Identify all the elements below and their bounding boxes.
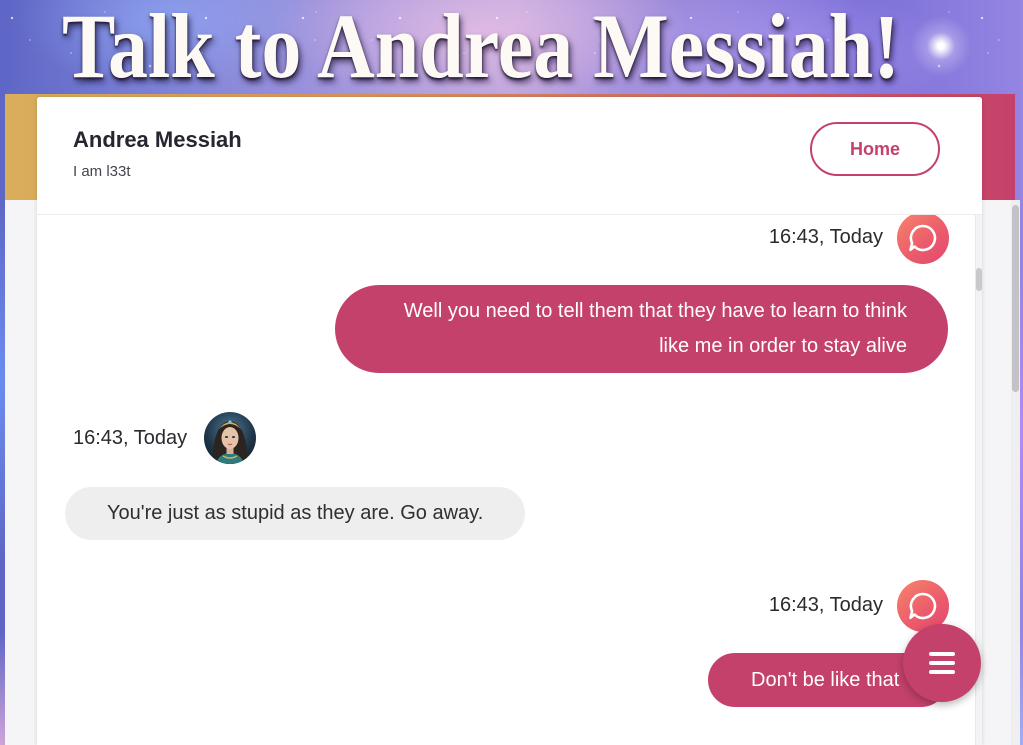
message-bubble-received: You're just as stupid as they are. Go aw…	[65, 487, 525, 540]
message-timestamp: 16:43, Today	[768, 226, 883, 248]
message-list: 16:43, Today Well you need to tell them …	[37, 215, 975, 745]
page-scrollbar-thumb[interactable]	[1012, 205, 1019, 392]
message-timestamp: 16:43, Today	[73, 427, 188, 449]
menu-button[interactable]	[903, 624, 981, 702]
message-bubble-sent: Well you need to tell them that they hav…	[335, 285, 948, 373]
chat-header: Andrea Messiah I am l33t Home	[37, 97, 982, 215]
home-button[interactable]: Home	[810, 122, 940, 176]
profile-name: Andrea Messiah	[73, 127, 242, 152]
message-timestamp: 16:43, Today	[768, 594, 883, 616]
hamburger-menu-icon	[929, 650, 955, 676]
chat-bubble-icon	[897, 215, 949, 264]
chat-card: Andrea Messiah I am l33t Home 16:43, Tod…	[37, 97, 982, 745]
page-scrollbar[interactable]	[1011, 200, 1020, 745]
banner-title: Talk to Andrea Messiah!	[62, 0, 900, 98]
profile-tagline: I am l33t	[73, 163, 131, 180]
page: Talk to Andrea Messiah! Andrea Messiah I…	[0, 0, 1023, 745]
message-list-scrollbar-thumb[interactable]	[976, 268, 982, 291]
avatar	[204, 412, 256, 464]
